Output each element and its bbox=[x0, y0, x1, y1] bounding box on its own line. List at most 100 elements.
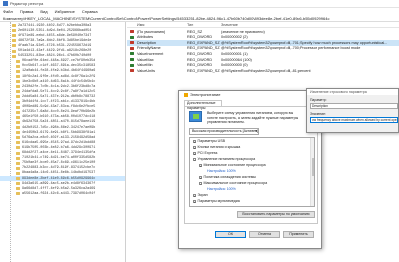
tree-key-label: 9a66d8d7-4ff7-4ef9-b5a2-5a326ca2a469 bbox=[22, 186, 96, 191]
tree-key-label: 619b7505-003b-4e82-b7a6-4dd29c300971 bbox=[22, 145, 96, 150]
tree-key-label: 4b92d758-5a24-4851-a470-815d78aee119 bbox=[22, 120, 96, 125]
tree-key-label: 447235c7-6a8d-4cc0-8e24-9eaf70b96e2b bbox=[22, 110, 96, 115]
folder-icon bbox=[12, 29, 16, 33]
value-value: (значение не присвоено) bbox=[221, 29, 265, 34]
expand-icon[interactable]: + bbox=[193, 145, 196, 149]
menu-edit[interactable]: Правка bbox=[20, 9, 34, 14]
tree-key-label: 54533251-82be-4824-96c1-47b60b740d00 bbox=[18, 54, 92, 59]
setting-value-link[interactable]: Настройка: 100% bbox=[207, 169, 236, 174]
expand-icon[interactable]: + bbox=[193, 139, 196, 143]
power-plan-value: Высокая производительность [Активен] bbox=[192, 129, 259, 133]
collapse-icon[interactable]: − bbox=[193, 157, 196, 161]
expand-icon[interactable]: + bbox=[193, 193, 196, 197]
setting-label: Кнопки питания и крышка bbox=[197, 145, 241, 149]
apply-button[interactable]: Применить bbox=[283, 231, 314, 238]
folder-icon bbox=[16, 105, 20, 109]
tree-key-label: 4e4450b3-6179-4e91-b8f1-5bb9938f81a1 bbox=[22, 130, 96, 135]
restore-defaults-button[interactable]: Восстановить параметры по умолчанию bbox=[237, 211, 315, 218]
folder-icon bbox=[16, 141, 20, 145]
tree-key-label: 8baa4a8a-14c6-4451-8e8b-14bdbd197537 bbox=[22, 171, 96, 176]
setting-tree-item[interactable]: + Минимальное состояние процессора bbox=[199, 163, 266, 168]
setting-tree-item[interactable]: + Кнопки питания и крышка bbox=[193, 145, 240, 150]
menu-file[interactable]: Файл bbox=[3, 9, 13, 14]
tree-key-label: 893dee8e-2bef-41e0-89c6-b55d0929964c bbox=[22, 176, 96, 181]
address-bar[interactable]: Компьютер\HKEY_LOCAL_MACHINE\SYSTEM\Curr… bbox=[0, 15, 399, 22]
folder-icon bbox=[16, 146, 20, 150]
tree-key-label: 5d76a2ca-e8c0-402f-a133-2158492d58ad bbox=[22, 135, 96, 140]
menu-view[interactable]: Вид bbox=[40, 9, 47, 14]
value-name: (По умолчанию) bbox=[137, 29, 166, 34]
folder-icon bbox=[16, 115, 20, 119]
ok-button[interactable]: ОК bbox=[215, 231, 246, 238]
tree-key-label: a55612aa-f624-42c6-a443-7397d064c04f bbox=[22, 191, 96, 196]
registry-tree[interactable]: 2a737441-1930-4402-8d77-b2bebba308a3 2e60… bbox=[0, 22, 126, 262]
setting-tree-item[interactable]: − Максимальное состояние процессора bbox=[199, 181, 267, 186]
folder-icon bbox=[16, 126, 20, 129]
value-row[interactable]: ValueUnits REG_EXPAND_SZ @%SystemRoot%\sys… bbox=[127, 68, 399, 74]
setting-label: Параметры мультимедиа bbox=[197, 199, 240, 203]
setting-label: Настройка: 100% bbox=[207, 169, 236, 173]
setting-tree-item[interactable]: + PCI Express bbox=[193, 151, 217, 156]
tree-key-label: 2e601130-5351-4d9d-8e04-252966bad054 bbox=[18, 28, 92, 33]
value-name: ValueMin bbox=[137, 63, 153, 68]
window-titlebar: Редактор реестра bbox=[0, 0, 399, 8]
expand-icon[interactable]: + bbox=[193, 199, 196, 203]
value-value: 0x00000000 (0) bbox=[221, 63, 248, 68]
tree-key-label: 24dafda8-5e71-4cc9-9c8f-7a8f7a1d12c5 bbox=[22, 89, 96, 94]
binary-value-icon bbox=[130, 58, 134, 61]
string-value-icon bbox=[130, 41, 134, 45]
tree-key-label: 94d3a615-a899-4ac5-ae2b-e4d8f634367f bbox=[22, 181, 96, 186]
value-name-field[interactable]: Description bbox=[310, 103, 398, 109]
value-type: REG_DWORD bbox=[187, 35, 213, 40]
folder-icon bbox=[16, 100, 20, 104]
menu-favorites[interactable]: Избранное bbox=[55, 9, 75, 14]
expand-icon[interactable]: + bbox=[193, 151, 196, 155]
tree-key-label: 48672f38-7a9a-4bb2-8bf8-3d85be19de4e bbox=[18, 38, 92, 43]
menu-bar: Файл Правка Вид Избранное Справка bbox=[0, 8, 399, 15]
power-plan-select[interactable]: Высокая производительность [Активен] ▾ bbox=[189, 128, 259, 135]
setting-tree-item[interactable]: + Политика охлаждения системы bbox=[199, 175, 256, 180]
power-plan-icon bbox=[189, 111, 202, 122]
setting-tree-item[interactable]: − Управление питанием процессора bbox=[193, 157, 255, 162]
folder-icon bbox=[16, 182, 20, 186]
string-value-icon bbox=[130, 69, 134, 73]
power-dialog-title: Электропитание bbox=[190, 92, 221, 97]
edit-dialog-title: Изменение строкового параметра bbox=[307, 89, 398, 95]
menu-help[interactable]: Справка bbox=[82, 9, 98, 14]
value-data-field[interactable]: ow frequency above maximum when allowed … bbox=[310, 117, 398, 123]
value-data-label: Значение: bbox=[310, 112, 326, 116]
tree-key-label: 4f971e89-eebd-4455-a8de-9e59040e7347 bbox=[18, 33, 92, 38]
tree-key-label: 501a4d13-42af-4429-9fd1-a8218c268e20 bbox=[18, 49, 92, 53]
setting-value-link[interactable]: Настройка: 100% bbox=[207, 187, 236, 192]
value-name-label: Параметр: bbox=[310, 98, 327, 102]
folder-icon bbox=[16, 95, 20, 99]
value-value: @%SystemRoot%\system32\powrprof.dll,-700… bbox=[221, 46, 361, 51]
expand-icon[interactable]: + bbox=[199, 163, 202, 167]
cancel-button[interactable]: Отмена bbox=[249, 231, 280, 238]
tree-key-row[interactable]: a55612aa-f624-42c6-a443-7397d064c04f bbox=[0, 191, 125, 196]
col-name-header[interactable]: Имя bbox=[137, 23, 144, 27]
setting-tree-item[interactable]: + Экран bbox=[193, 193, 208, 198]
value-name: Attributes bbox=[137, 35, 154, 40]
tree-key-label: 12a0ab44-fe28-4fa9-b3bd-4b64f44960a6 bbox=[22, 69, 96, 74]
tree-key-label: 4faab71a-92e5-4726-b531-224559672d19 bbox=[18, 43, 92, 48]
folder-icon bbox=[16, 192, 20, 196]
setting-label: Параметры USB bbox=[197, 139, 226, 143]
col-value-header[interactable]: Значение bbox=[221, 23, 238, 27]
collapse-icon[interactable]: − bbox=[199, 181, 202, 185]
folder-icon bbox=[16, 120, 20, 124]
scrollbar-thumb[interactable] bbox=[311, 158, 314, 176]
expand-icon[interactable]: + bbox=[199, 175, 202, 179]
setting-tree-item[interactable]: + Параметры USB bbox=[193, 139, 225, 144]
value-type: REG_EXPAND_SZ bbox=[187, 46, 220, 51]
binary-value-icon bbox=[130, 52, 134, 56]
setting-tree-item[interactable]: + Параметры мультимедиа bbox=[193, 199, 240, 204]
tree-key-label: 616cdaa5-695e-4545-97ad-97dc2d1bdd88 bbox=[22, 140, 96, 145]
values-header: Имя Тип Значение bbox=[127, 22, 399, 28]
scrollbar[interactable] bbox=[310, 138, 314, 206]
tree-key-label: 4d2b0152-7d5c-498b-88e2-34247e7ae09b bbox=[22, 125, 96, 130]
col-type-header[interactable]: Тип bbox=[187, 23, 193, 27]
settings-tree-list[interactable]: + Параметры USB + Кнопки питания и крышка + P… bbox=[189, 137, 315, 207]
folder-icon bbox=[16, 59, 20, 63]
tree-key-label: 465e1f50-b610-473a-ab58-00d1077dc418 bbox=[22, 115, 96, 120]
